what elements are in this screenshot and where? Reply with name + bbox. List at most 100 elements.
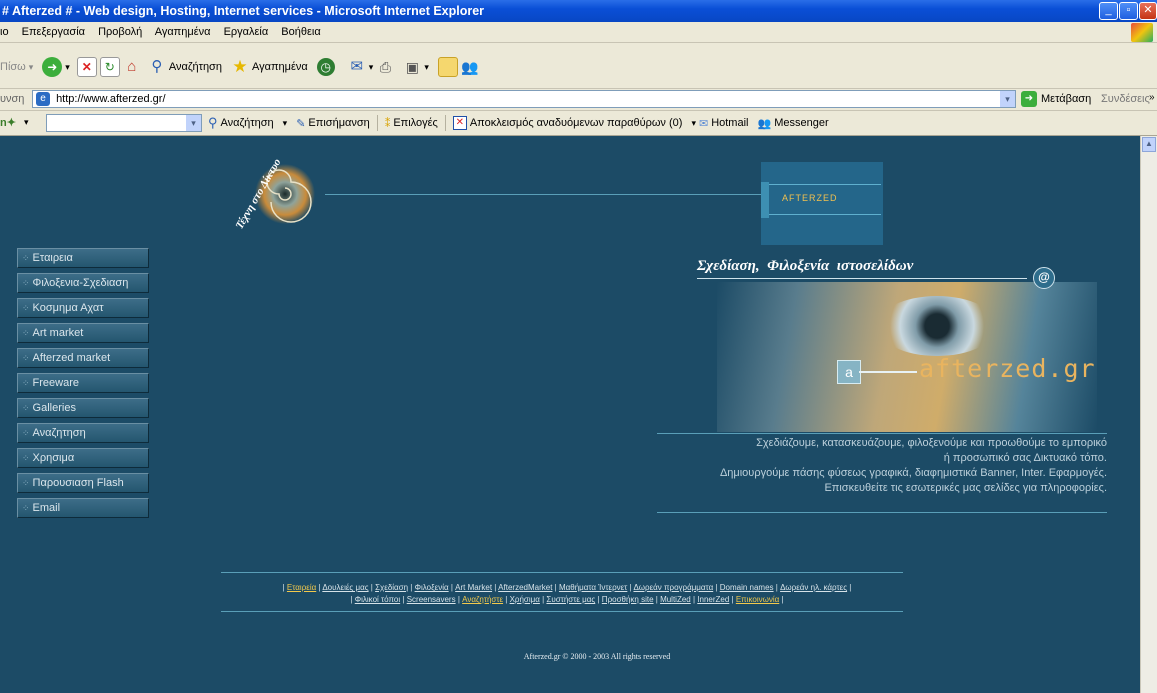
toolbar-search-dropdown-icon[interactable]: ▾ xyxy=(186,115,201,131)
footer-link[interactable]: Προσθήκη site xyxy=(602,595,654,604)
footer-links: | Εταιρεία | Δουλειές μας | Σχεδίαση | Φ… xyxy=(282,583,852,604)
tagline: Σχεδιάζουμε, κατασκευάζουμε, φιλοξενούμε… xyxy=(657,436,1107,496)
footer-link[interactable]: AfterzedMarket xyxy=(498,583,552,592)
favorites-button[interactable]: Αγαπημένα xyxy=(252,61,308,73)
go-arrow-icon[interactable]: ➜ xyxy=(1021,91,1037,107)
nav-bullet-icon: ⁘ xyxy=(22,503,30,513)
nav-button-hosting-design[interactable]: ⁘ Φιλοξενια-Σχεδιαση xyxy=(17,273,149,293)
menu-tools[interactable]: Εργαλεία xyxy=(224,26,269,38)
scroll-up-arrow-icon[interactable]: ▲ xyxy=(1142,137,1156,152)
nav-button-search[interactable]: ⁘ Αναζητηση xyxy=(17,423,149,443)
forward-dropdown-icon[interactable]: ▾ xyxy=(65,62,70,73)
toolbar-search-dropdown-arrow-icon[interactable]: ▾ xyxy=(283,118,288,129)
footer-link[interactable]: Art Market xyxy=(455,583,492,592)
popup-blocker-icon[interactable]: ✕ xyxy=(452,116,467,130)
highlight-button[interactable]: Επισήμανση xyxy=(308,117,369,129)
nav-button-galleries[interactable]: ⁘ Galleries xyxy=(17,398,149,418)
search-icon[interactable]: ⚲ xyxy=(148,58,166,76)
toolbar-search-input[interactable]: ▾ xyxy=(46,114,202,132)
minimize-button[interactable]: _ xyxy=(1099,2,1118,20)
options-button[interactable]: Επιλογές xyxy=(393,117,438,129)
links-label[interactable]: Συνδέσεις xyxy=(1101,93,1150,105)
nav-bullet-icon: ⁘ xyxy=(22,253,30,263)
favorites-star-icon[interactable]: ★ xyxy=(231,58,249,76)
footer-link[interactable]: Σχεδίαση xyxy=(375,583,408,592)
footer-link[interactable]: Εταιρεία xyxy=(287,583,316,592)
footer-link[interactable]: Μαθήματα Ίντερνετ xyxy=(559,583,627,592)
nav-bullet-icon: ⁘ xyxy=(22,378,30,388)
ie-page-icon: e xyxy=(36,92,50,106)
msn-logo-icon[interactable]: n✦ xyxy=(0,116,16,129)
options-icon[interactable]: ⁑ xyxy=(385,117,391,130)
messenger-link[interactable]: Messenger xyxy=(774,117,828,129)
nav-label: Freeware xyxy=(32,377,80,389)
links-chevron-icon[interactable]: » xyxy=(1149,92,1155,103)
discuss-icon[interactable] xyxy=(437,57,458,77)
footer-link[interactable]: Συστήστε μας xyxy=(546,595,595,604)
footer-link[interactable]: Αναζητήστε xyxy=(462,595,503,604)
footer-link[interactable]: InnerZed xyxy=(697,595,729,604)
toolbar-search-button[interactable]: Αναζήτηση xyxy=(221,117,274,129)
mail-dropdown-icon[interactable]: ▾ xyxy=(369,62,374,73)
nav-button-afterzed-market[interactable]: ⁘ Afterzed market xyxy=(17,348,149,368)
nav-button-freeware[interactable]: ⁘ Freeware xyxy=(17,373,149,393)
back-dropdown-icon[interactable]: ▾ xyxy=(29,62,34,73)
footer-link[interactable]: Δουλειές μας xyxy=(322,583,368,592)
toolbar-search-icon[interactable]: ⚲ xyxy=(208,115,218,131)
history-icon[interactable]: ◷ xyxy=(316,58,335,76)
afterzed-logo-box[interactable]: AFTERZED xyxy=(761,162,883,245)
nav-button-flash-presentation[interactable]: ⁘ Παρουσιαση Flash xyxy=(17,473,149,493)
popup-dropdown-icon[interactable]: ▾ xyxy=(691,118,696,129)
footer-link[interactable]: Φιλικοί τόποι xyxy=(355,595,400,604)
maximize-button[interactable]: ▫ xyxy=(1119,2,1138,20)
nav-button-useful[interactable]: ⁘ Χρησιμα xyxy=(17,448,149,468)
standard-toolbar: Πίσω ▾ ➜ ▾ ✕ ↻ ⌂ ⚲ Αναζήτηση ★ Αγαπημένα… xyxy=(0,43,1157,89)
nav-button-agate-jewelry[interactable]: ⁘ Κοσμημα Αχατ xyxy=(17,298,149,318)
go-button[interactable]: Μετάβαση xyxy=(1041,93,1091,105)
footer-link[interactable]: Επικοινωνία xyxy=(736,595,779,604)
print-icon[interactable]: ⎙ xyxy=(376,58,394,76)
vertical-scrollbar[interactable]: ▲ xyxy=(1140,136,1157,693)
address-dropdown-icon[interactable]: ▾ xyxy=(1000,91,1015,107)
footer-link[interactable]: Screensavers xyxy=(407,595,456,604)
mail-icon[interactable]: ✉ xyxy=(348,58,366,76)
search-button[interactable]: Αναζήτηση xyxy=(169,61,222,73)
menu-file[interactable]: ιο xyxy=(0,26,9,38)
nav-button-art-market[interactable]: ⁘ Art market xyxy=(17,323,149,343)
address-label: υνση xyxy=(0,93,25,105)
back-label[interactable]: Πίσω xyxy=(0,61,26,73)
footer-link[interactable]: Δωρεάν προγράμματα xyxy=(633,583,713,592)
close-button[interactable]: ✕ xyxy=(1139,2,1157,20)
nav-button-email[interactable]: ⁘ Email xyxy=(17,498,149,518)
refresh-icon[interactable]: ↻ xyxy=(99,57,120,77)
hotmail-icon[interactable]: ✉ xyxy=(699,117,708,130)
menu-favorites[interactable]: Αγαπημένα xyxy=(155,26,211,38)
menu-edit[interactable]: Επεξεργασία xyxy=(22,26,85,38)
msn-dropdown-icon[interactable]: ▾ xyxy=(24,117,29,128)
messenger-icon[interactable]: 👥 xyxy=(757,117,771,130)
left-logo[interactable]: Τέχνη στο Δίκτυο xyxy=(234,154,327,244)
footer-link[interactable]: Domain names xyxy=(720,583,774,592)
nav-label: Κοσμημα Αχατ xyxy=(32,302,104,314)
footer-link[interactable]: Δωρεάν ηλ. κάρτες xyxy=(780,583,847,592)
home-icon[interactable]: ⌂ xyxy=(123,58,141,76)
menu-help[interactable]: Βοήθεια xyxy=(281,26,320,38)
popup-blocker-button[interactable]: Αποκλεισμός αναδυόμενων παραθύρων (0) xyxy=(470,117,683,129)
at-symbol: @ xyxy=(1038,270,1050,284)
edit-dropdown-icon[interactable]: ▾ xyxy=(424,62,429,73)
footer-link[interactable]: Χρήσιμα xyxy=(510,595,540,604)
window-title-bar: # Afterzed # - Web design, Hosting, Inte… xyxy=(0,0,1157,22)
banner-domain: afterzed.gr xyxy=(919,354,1096,383)
highlight-pen-icon[interactable]: ✎ xyxy=(296,117,305,130)
menu-view[interactable]: Προβολή xyxy=(98,26,142,38)
address-input[interactable]: e http://www.afterzed.gr/ ▾ xyxy=(32,90,1016,108)
messenger-people-icon[interactable]: 👥 xyxy=(461,58,479,76)
menu-bar: ιο Επεξεργασία Προβολή Αγαπημένα Εργαλεί… xyxy=(0,22,1157,43)
hotmail-link[interactable]: Hotmail xyxy=(711,117,748,129)
nav-button-company[interactable]: ⁘ Εταιρεια xyxy=(17,248,149,268)
stop-icon[interactable]: ✕ xyxy=(76,57,97,77)
footer-link[interactable]: Φιλοξενία xyxy=(415,583,449,592)
forward-arrow-icon[interactable]: ➜ xyxy=(42,57,63,77)
edit-icon[interactable]: ▣ xyxy=(403,58,421,76)
footer-link[interactable]: MultiZed xyxy=(660,595,691,604)
